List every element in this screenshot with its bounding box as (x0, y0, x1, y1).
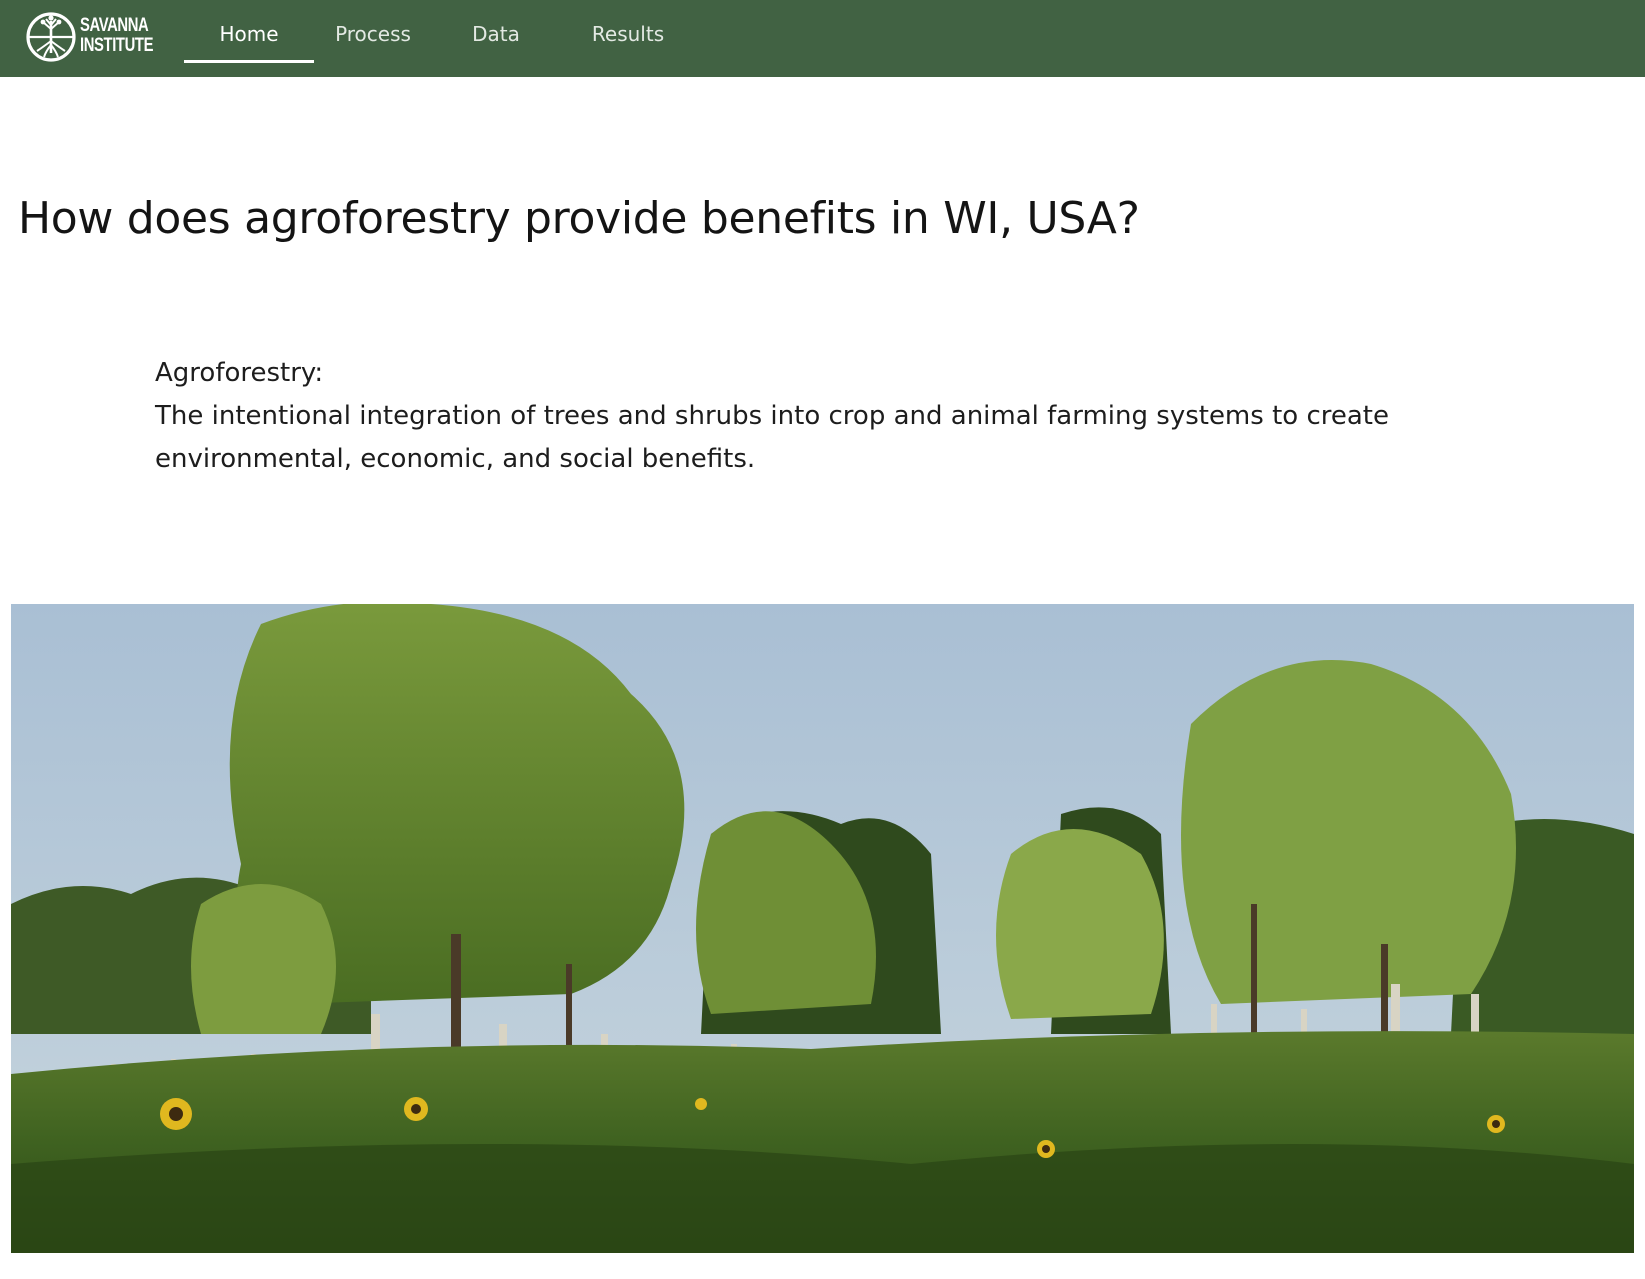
savanna-institute-logo[interactable]: SAVANNA INSTITUTE (25, 10, 155, 66)
logo-wordmark: SAVANNA INSTITUTE (80, 16, 153, 56)
nav-item-data[interactable]: Data (446, 0, 546, 60)
hero-image-agroforestry-field (11, 604, 1634, 1253)
agroforestry-definition: Agroforestry: The intentional integratio… (155, 352, 1395, 481)
definition-term: Agroforestry: (155, 358, 324, 388)
definition-text: The intentional integration of trees and… (155, 401, 1389, 474)
nav-item-results[interactable]: Results (572, 0, 684, 60)
page-title: How does agroforestry provide benefits i… (18, 193, 1140, 244)
nav-item-process[interactable]: Process (314, 0, 432, 60)
top-navigation-bar: SAVANNA INSTITUTE Home Process Data Resu… (0, 0, 1645, 77)
logo-line-2: INSTITUTE (80, 35, 154, 56)
logo-line-1: SAVANNA (80, 15, 149, 36)
nav-item-home[interactable]: Home (184, 0, 314, 63)
tree-roots-icon (26, 12, 76, 62)
